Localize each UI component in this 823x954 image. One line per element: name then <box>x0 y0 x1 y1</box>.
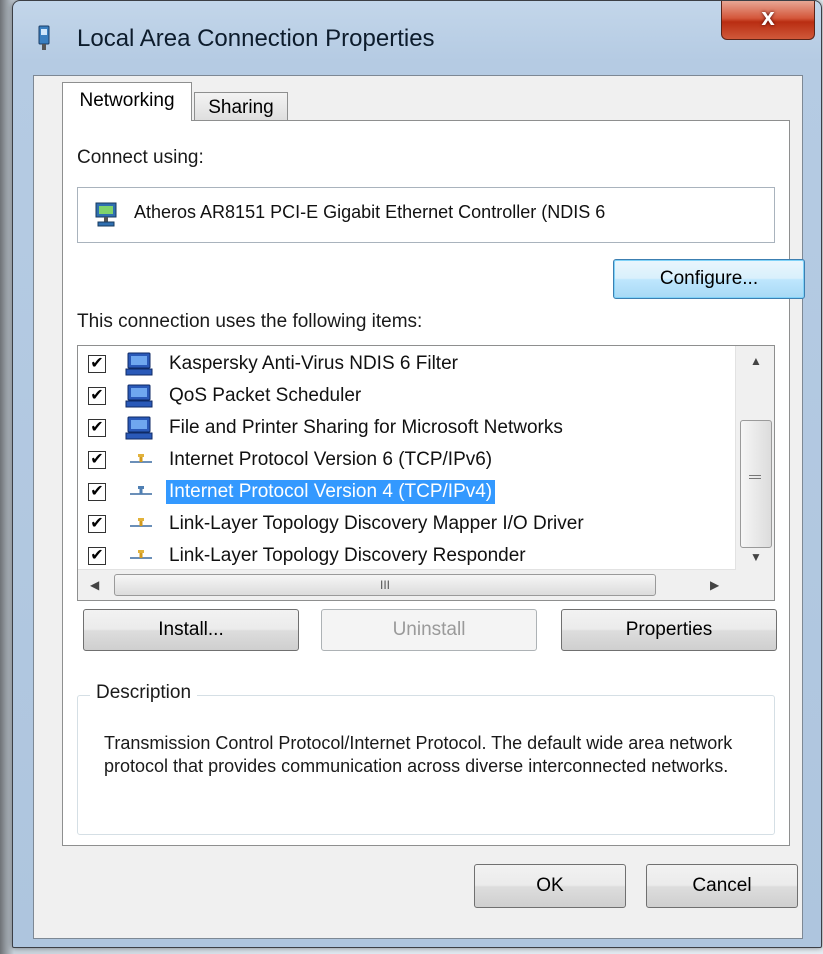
description-text: Transmission Control Protocol/Internet P… <box>104 733 733 776</box>
list-item[interactable]: ✔ Link-Layer Topology Discovery Mapper I… <box>78 508 734 540</box>
protocol-icon <box>130 518 152 527</box>
window-title: Local Area Connection Properties <box>77 25 435 52</box>
networking-tab-panel: Connect using: Atheros AR8151 PCI-E Giga… <box>62 120 805 846</box>
adapter-name: Atheros AR8151 PCI-E Gigabit Ethernet Co… <box>134 202 606 222</box>
item-label: Link-Layer Topology Discovery Responder <box>169 545 526 566</box>
ok-button[interactable]: OK <box>474 864 626 908</box>
configure-button[interactable]: Configure... <box>613 259 805 299</box>
scrollbar-corner <box>736 570 774 600</box>
list-item[interactable]: ✔ File and Printer Sharing for Microsoft… <box>78 412 734 444</box>
properties-button[interactable]: Properties <box>561 609 777 651</box>
description-legend: Description <box>90 682 198 704</box>
list-item[interactable]: ✔ QoS Packet Scheduler <box>78 380 734 412</box>
list-item[interactable]: ✔ Kaspersky Anti-Virus NDIS 6 Filter <box>78 348 734 380</box>
list-item[interactable]: ✔ Internet Protocol Version 4 (TCP/IPv4) <box>78 476 734 508</box>
item-label: File and Printer Sharing for Microsoft N… <box>169 417 563 438</box>
item-label-selected: Internet Protocol Version 4 (TCP/IPv4) <box>166 480 496 504</box>
vertical-scrollbar[interactable]: ▲ ▼ <box>735 346 774 570</box>
protocol-icon <box>130 486 152 495</box>
items-list: ✔ Kaspersky Anti-Virus NDIS 6 Filter ✔ Q… <box>77 345 775 601</box>
title-bar[interactable]: Local Area Connection Properties x <box>13 1 821 73</box>
network-adapter-icon <box>95 202 117 227</box>
close-button[interactable]: x <box>721 1 815 40</box>
grip-icon <box>749 475 761 479</box>
item-checkbox[interactable]: ✔ <box>88 355 106 373</box>
item-label: QoS Packet Scheduler <box>169 385 362 406</box>
protocol-icon <box>130 550 152 559</box>
adapter-field: Atheros AR8151 PCI-E Gigabit Ethernet Co… <box>77 187 775 243</box>
cancel-button[interactable]: Cancel <box>646 864 798 908</box>
item-checkbox[interactable]: ✔ <box>88 547 106 565</box>
item-checkbox[interactable]: ✔ <box>88 387 106 405</box>
service-icon <box>125 384 153 408</box>
uninstall-button[interactable]: Uninstall <box>321 609 537 651</box>
items-label: This connection uses the following items… <box>77 311 423 332</box>
item-checkbox[interactable]: ✔ <box>88 419 106 437</box>
horizontal-scroll-thumb[interactable]: III <box>114 574 656 596</box>
vertical-scroll-thumb[interactable] <box>740 420 772 548</box>
protocol-icon <box>130 454 152 463</box>
install-button[interactable]: Install... <box>83 609 299 651</box>
item-checkbox[interactable]: ✔ <box>88 483 106 501</box>
item-checkbox[interactable]: ✔ <box>88 451 106 469</box>
dialog-client-area: Networking Sharing Connect using: Athero… <box>33 75 805 939</box>
list-item[interactable]: ✔ Link-Layer Topology Discovery Responde… <box>78 540 734 572</box>
scroll-up-arrow-icon[interactable]: ▲ <box>750 354 762 368</box>
item-checkbox[interactable]: ✔ <box>88 515 106 533</box>
scroll-right-arrow-icon[interactable]: ▶ <box>710 578 719 592</box>
service-icon <box>125 416 153 440</box>
connect-using-label: Connect using: <box>77 147 204 168</box>
tab-networking[interactable]: Networking <box>62 82 192 121</box>
tab-sharing[interactable]: Sharing <box>194 92 288 123</box>
scroll-left-arrow-icon[interactable]: ◀ <box>90 578 99 592</box>
description-groupbox: Description Transmission Control Protoco… <box>77 682 775 835</box>
item-label: Internet Protocol Version 6 (TCP/IPv6) <box>169 449 493 470</box>
properties-window: Local Area Connection Properties x Netwo… <box>12 0 822 948</box>
items-list-viewport: ✔ Kaspersky Anti-Virus NDIS 6 Filter ✔ Q… <box>78 346 734 570</box>
horizontal-scrollbar[interactable]: ◀ III ▶ <box>78 569 736 600</box>
item-label: Link-Layer Topology Discovery Mapper I/O… <box>169 513 584 534</box>
network-adapter-icon <box>38 25 50 50</box>
item-label: Kaspersky Anti-Virus NDIS 6 Filter <box>169 353 458 374</box>
list-item[interactable]: ✔ Internet Protocol Version 6 (TCP/IPv6) <box>78 444 734 476</box>
service-icon <box>125 352 153 376</box>
scroll-down-arrow-icon[interactable]: ▼ <box>750 550 762 564</box>
